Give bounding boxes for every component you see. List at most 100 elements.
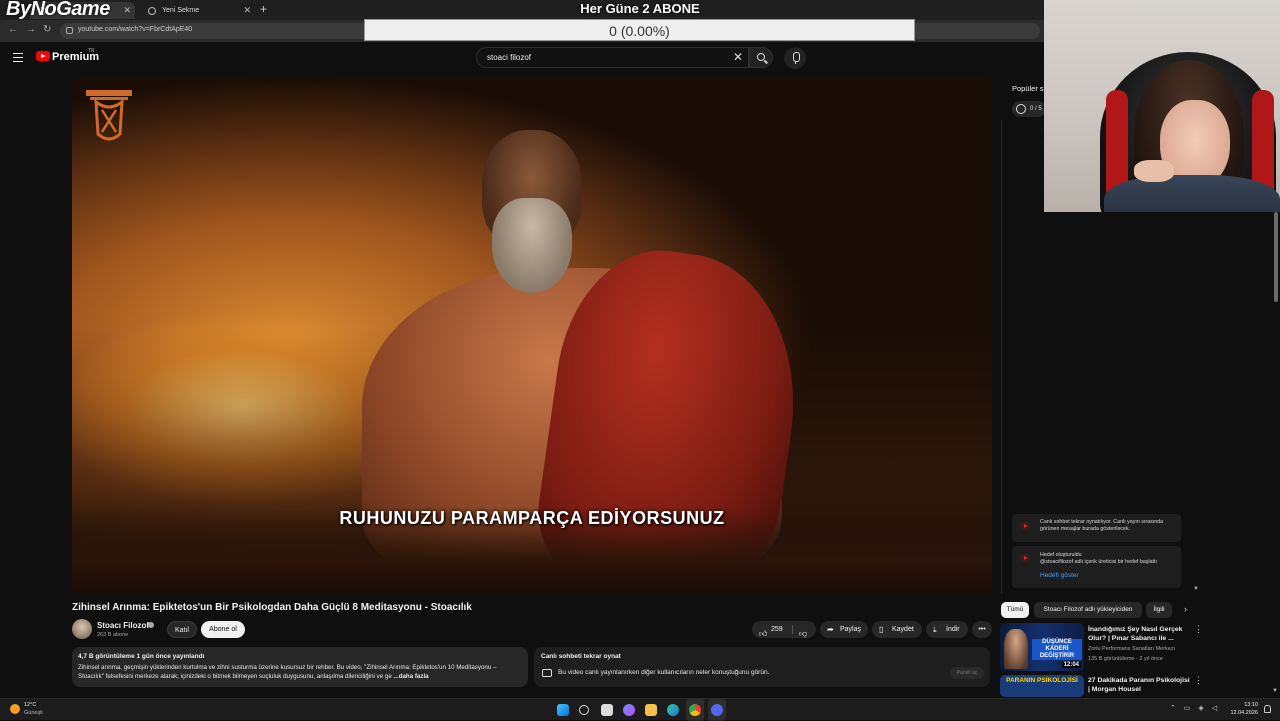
- system-tray-icons[interactable]: ⌃ ▭ ◈ ◁: [1170, 704, 1220, 712]
- taskbar-search-icon[interactable]: [579, 705, 589, 715]
- site-info-icon[interactable]: [66, 27, 73, 34]
- goal-progress-value: 0 (0.00%): [609, 23, 670, 39]
- open-panel-button[interactable]: Paneli aç: [950, 667, 984, 679]
- chat-icon: [542, 669, 552, 677]
- task-view-icon[interactable]: [601, 704, 613, 716]
- video-duration: 12:04: [1061, 662, 1081, 668]
- filter-chip-related[interactable]: İlgili: [1146, 602, 1172, 618]
- notice-title: Hedef oluşturuldu: [1040, 552, 1082, 558]
- show-goal-link[interactable]: Hedefi göster: [1040, 572, 1079, 579]
- weather-temperature[interactable]: 12°C: [24, 702, 36, 708]
- filter-chip-all[interactable]: Tümü: [1001, 602, 1029, 618]
- download-label: İndir: [946, 626, 960, 633]
- tab-close-icon[interactable]: ✕: [243, 2, 251, 19]
- channel-watermark-icon: [86, 90, 132, 141]
- share-button[interactable]: ➦ Paylaş: [820, 621, 868, 638]
- discord-icon[interactable]: [711, 704, 723, 716]
- verified-icon: [148, 622, 154, 628]
- country-code: TR: [88, 48, 95, 54]
- tab-label: Yeni Sekme: [162, 7, 200, 14]
- youtube-header: Premium TR stoaci filozof ✕: [0, 42, 1044, 74]
- youtube-logo-icon[interactable]: [36, 51, 50, 61]
- webcam-overlay: [1044, 0, 1280, 212]
- stream-logo: ByNoGame: [6, 0, 110, 21]
- target-icon: [1016, 104, 1026, 114]
- description-more-link[interactable]: ...daha fazla: [394, 673, 429, 680]
- clock-date[interactable]: 12.04.2026: [1226, 710, 1258, 716]
- share-icon: ➦: [827, 625, 834, 634]
- chrome-browser-icon[interactable]: [689, 704, 701, 716]
- like-divider: [792, 625, 793, 634]
- more-vert-icon[interactable]: ⋮: [1194, 624, 1203, 635]
- save-button[interactable]: ▯ Kaydet: [872, 621, 922, 638]
- search-input[interactable]: stoaci filozof ✕: [476, 47, 749, 68]
- video-caption: RUHUNUZU PARAMPARÇA EDİYORSUNUZ: [339, 508, 725, 528]
- scroll-down-icon[interactable]: ▼: [1272, 688, 1278, 694]
- recommendation-thumbnail[interactable]: PARANIN PSİKOLOJİSİ: [1000, 675, 1084, 697]
- join-button[interactable]: Katıl: [167, 621, 197, 638]
- like-icon[interactable]: 👍︎: [759, 625, 767, 642]
- url-text: youtube.com/watch?v=FbrCdtApE40: [78, 26, 193, 33]
- description-stats: 4,7 B görüntüleme 1 gün önce yayınlandı: [78, 653, 205, 660]
- tab-favicon-icon: [148, 7, 156, 15]
- recommendation-channel[interactable]: Zorlu Performans Sanatları Merkezi: [1088, 646, 1175, 652]
- new-tab-button[interactable]: +: [260, 2, 267, 16]
- youtube-play-icon: [1020, 521, 1030, 531]
- more-vert-icon[interactable]: ⋮: [1194, 675, 1203, 686]
- webcam-person-body: [1104, 175, 1280, 212]
- channel-avatar[interactable]: [72, 619, 92, 639]
- filter-chip-channel[interactable]: Stoacı Filozof adlı yükleyiciden: [1034, 602, 1142, 618]
- windows-taskbar: 12°C Güneşli ⌃ ▭ ◈ ◁ 13:10 12.04.2026: [0, 698, 1280, 721]
- description-text: Zihinsel arınma, geçmişin yüklerinden ku…: [78, 663, 524, 681]
- chevron-right-icon[interactable]: ›: [1184, 604, 1187, 614]
- channel-name[interactable]: Stoacı Filozof: [97, 621, 149, 630]
- hamburger-menu-icon[interactable]: [13, 53, 23, 62]
- notification-bell-icon[interactable]: [1264, 705, 1271, 713]
- search-query: stoaci filozof: [487, 53, 532, 62]
- more-actions-button[interactable]: •••: [972, 621, 992, 638]
- windows-start-icon[interactable]: [557, 704, 569, 716]
- dislike-icon[interactable]: 👎︎: [799, 625, 807, 642]
- clock-time[interactable]: 13:10: [1228, 702, 1258, 708]
- notice-text: Canlı sohbet tekrar oynatılıyor. Canlı y…: [1040, 519, 1164, 532]
- browser-tab-new[interactable]: Yeni Sekme ✕: [140, 2, 255, 19]
- bookmark-icon: ▯: [879, 625, 884, 634]
- tab-close-icon[interactable]: ✕: [123, 2, 131, 19]
- edge-browser-icon[interactable]: [667, 704, 679, 716]
- subscriber-count: 263 B abone: [97, 632, 129, 638]
- like-count[interactable]: 259: [771, 621, 783, 638]
- notice-text: @stoacifilozof adlı içerik üreticisi bir…: [1040, 559, 1157, 565]
- page-scrollbar[interactable]: [1274, 212, 1278, 302]
- recommendation-title[interactable]: 27 Dakikada Paranın Psikolojisi | Morgan…: [1088, 676, 1192, 694]
- webcam-person-hand: [1134, 160, 1174, 182]
- clear-search-icon[interactable]: ✕: [733, 50, 743, 64]
- voice-search-icon[interactable]: [784, 47, 806, 69]
- search-button[interactable]: [749, 47, 773, 68]
- recommendation-title[interactable]: İnandığımız Şey Nasıl Gerçek Olur? | Pın…: [1088, 625, 1192, 643]
- share-label: Paylaş: [840, 626, 862, 633]
- download-button[interactable]: ⤓ İndir: [926, 621, 968, 638]
- chat-scroll-down-icon[interactable]: ▼: [1193, 586, 1199, 592]
- save-label: Kaydet: [892, 626, 914, 633]
- download-icon: ⤓: [933, 625, 937, 634]
- chat-popular-label[interactable]: Popüler s: [1012, 84, 1044, 93]
- chat-replay-notice: Canlı sohbet tekrar oynatılıyor. Canlı y…: [1012, 514, 1181, 542]
- video-player[interactable]: RUHUNUZU PARAMPARÇA EDİYORSUNUZ: [72, 78, 992, 594]
- goal-chip[interactable]: 0 / 5: [1012, 101, 1046, 117]
- file-explorer-icon[interactable]: [645, 704, 657, 716]
- description-body: Zihinsel arınma, geçmişin yüklerinden ku…: [78, 664, 497, 680]
- like-dislike-group: 👍︎ 259 👎︎: [752, 621, 816, 638]
- chat-replay-text: Bu video canlı yayınlanırken diğer kulla…: [558, 669, 770, 676]
- video-frame-beard: [492, 198, 572, 293]
- reload-icon[interactable]: ↻: [43, 24, 51, 35]
- forward-icon[interactable]: →: [26, 24, 36, 35]
- back-icon[interactable]: ←: [8, 24, 18, 35]
- description-box[interactable]: 4,7 B görüntüleme 1 gün önce yayınlandı …: [72, 647, 528, 687]
- recommendation-thumbnail[interactable]: DÜŞÜNCE KADERİ DEĞİŞTİRİR 12:04: [1000, 623, 1084, 671]
- youtube-play-icon: [1020, 553, 1030, 563]
- copilot-icon[interactable]: [623, 704, 635, 716]
- weather-description[interactable]: Güneşli: [24, 710, 43, 716]
- weather-sun-icon[interactable]: [10, 704, 20, 714]
- goal-title: Her Güne 2 ABONE: [580, 1, 700, 16]
- subscribe-button[interactable]: Abone ol: [201, 621, 245, 638]
